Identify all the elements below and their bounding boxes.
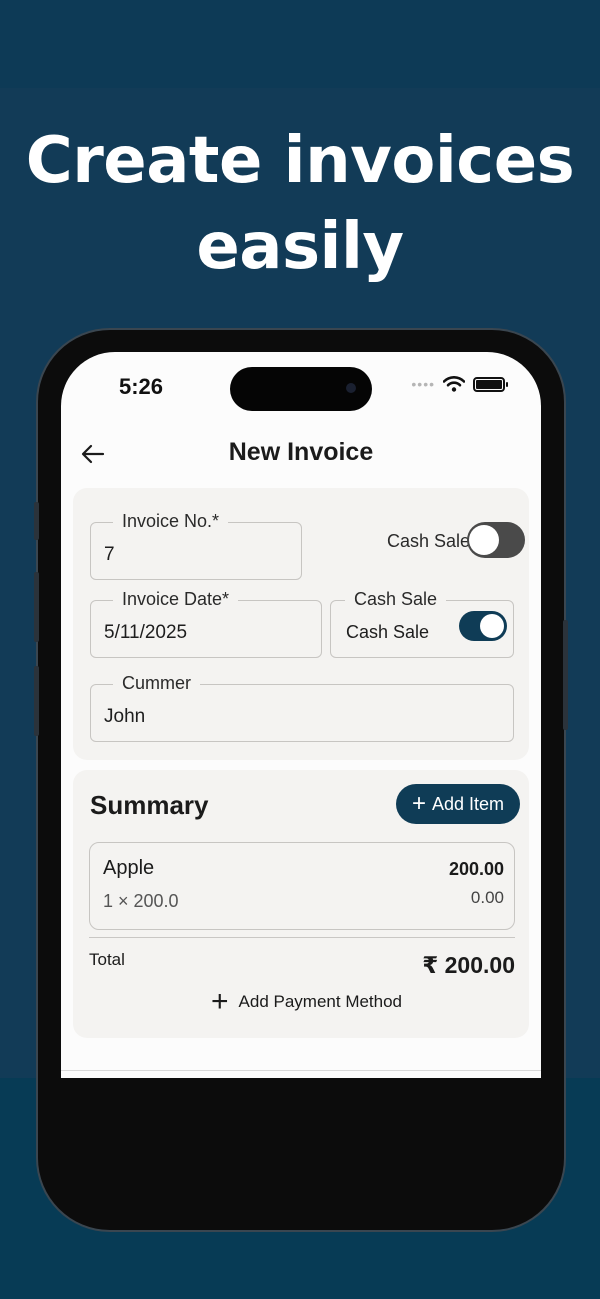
top-band <box>0 0 600 88</box>
signal-dots-icon: •••• <box>411 376 435 392</box>
cash-sale-box-toggle[interactable] <box>459 611 507 641</box>
dynamic-island <box>230 367 372 411</box>
add-item-label: Add Item <box>431 793 505 814</box>
wifi-icon <box>443 376 465 392</box>
item-amount: 200.00 <box>448 859 504 879</box>
plus-icon: + <box>211 985 229 1018</box>
summary-title: Summary <box>90 790 209 820</box>
item-tax: 0.00 <box>470 888 504 907</box>
power-button <box>563 620 568 730</box>
summary-card: Summary + Add Item Apple 1 × 200.0 200.0… <box>73 770 529 1038</box>
action-button <box>34 502 39 540</box>
customer-label: Cummer <box>113 671 201 695</box>
invoice-details-card: Invoice No.* 7 Cash Sale Invoice Date* 5… <box>73 488 529 760</box>
phone-screen: 5:26 •••• New Invoice Invoice No.* 7 Cas… <box>61 352 541 1078</box>
invoice-date-label: Invoice Date* <box>113 587 239 611</box>
divider <box>89 937 515 938</box>
customer-field[interactable]: Cummer John <box>90 671 514 742</box>
plus-icon: + <box>411 790 426 817</box>
add-item-button[interactable]: + Add Item <box>396 784 520 824</box>
volume-down-button <box>34 666 39 736</box>
item-name: Apple <box>103 857 155 879</box>
bottom-divider <box>61 1070 541 1071</box>
total-label: Total <box>89 950 125 969</box>
total-amount: ₹ 200.00 <box>422 952 515 978</box>
battery-icon <box>473 376 508 392</box>
item-quantity-price: 1 × 200.0 <box>103 891 179 911</box>
customer-value: John <box>104 706 146 727</box>
status-time: 5:26 <box>119 374 164 399</box>
cash-sale-box: Cash Sale Cash Sale <box>330 587 514 658</box>
add-payment-method-button[interactable]: + Add Payment Method <box>211 985 403 1018</box>
invoice-number-label: Invoice No.* <box>113 509 229 533</box>
cash-sale-toggle[interactable] <box>467 522 525 558</box>
invoice-date-field[interactable]: Invoice Date* 5/11/2025 <box>90 587 322 658</box>
status-icons: •••• <box>411 376 508 392</box>
line-item[interactable]: Apple 1 × 200.0 200.00 0.00 <box>89 842 515 930</box>
invoice-date-value: 5/11/2025 <box>104 622 188 643</box>
invoice-number-field[interactable]: Invoice No.* 7 <box>90 509 302 580</box>
cash-sale-box-label: Cash Sale <box>345 587 447 611</box>
promo-headline: Create invoices easily <box>25 124 575 284</box>
add-payment-method-label: Add Payment Method <box>238 992 403 1011</box>
invoice-number-value: 7 <box>104 544 115 565</box>
cash-sale-box-text: Cash Sale <box>346 622 430 642</box>
page-title: New Invoice <box>228 438 374 466</box>
cash-sale-toggle-label: Cash Sale <box>387 531 471 551</box>
volume-up-button <box>34 572 39 642</box>
camera-icon <box>346 383 356 393</box>
